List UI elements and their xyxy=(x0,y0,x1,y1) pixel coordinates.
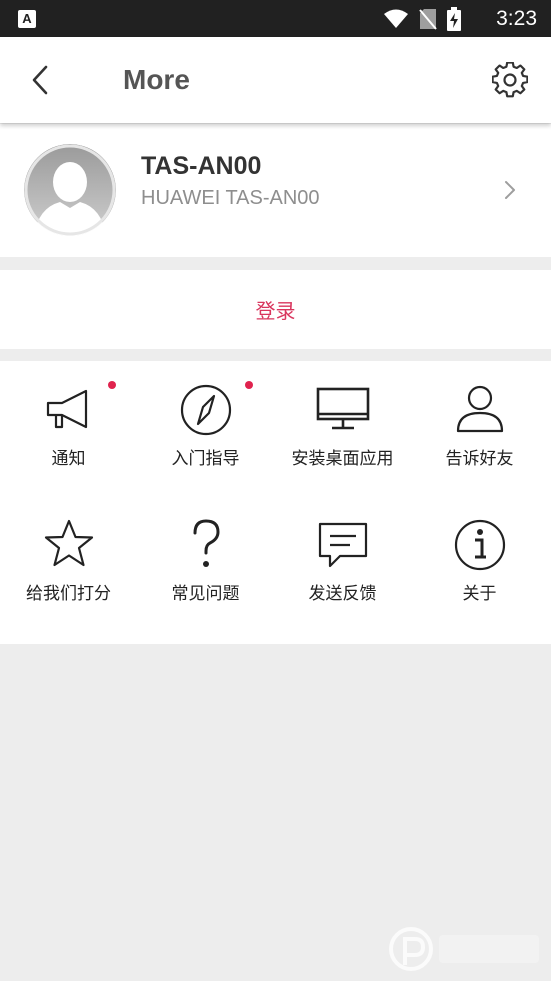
login-label: 登录 xyxy=(255,299,296,323)
notification-badge xyxy=(245,381,253,389)
watermark-logo xyxy=(389,927,539,971)
default-avatar-icon xyxy=(24,144,116,236)
gear-icon xyxy=(492,62,528,98)
grid-item-rate-us[interactable]: 给我们打分 xyxy=(0,496,137,628)
grid-item-label: 通知 xyxy=(51,449,86,469)
grid-item-feedback[interactable]: 发送反馈 xyxy=(274,496,411,628)
megaphone-icon xyxy=(46,389,88,429)
wifi-icon xyxy=(384,9,408,28)
back-arrow-icon xyxy=(32,65,48,95)
status-time: 3:23 xyxy=(496,7,537,30)
grid-item-label: 安装桌面应用 xyxy=(291,449,394,469)
grid-item-label: 常见问题 xyxy=(171,584,240,604)
login-button[interactable]: 登录 xyxy=(0,270,551,349)
no-sim-icon xyxy=(419,9,437,30)
grid-item-label: 告诉好友 xyxy=(445,449,514,469)
app-notification-icon: A xyxy=(18,10,36,28)
grid-item-label: 发送反馈 xyxy=(308,584,377,604)
profile-card[interactable]: TAS-AN00 HUAWEI TAS-AN00 xyxy=(0,124,551,257)
monitor-icon xyxy=(316,387,370,430)
status-bar: A 3:23 xyxy=(0,0,551,37)
chevron-right-icon xyxy=(505,181,515,199)
avatar xyxy=(24,144,116,236)
profile-model: HUAWEI TAS-AN00 xyxy=(141,187,320,209)
grid-item-tell-friends[interactable]: 告诉好友 xyxy=(411,361,548,493)
back-button[interactable] xyxy=(22,60,58,100)
feature-grid: 通知 入门指导 安装桌面应用 告诉好友 给我们打分 常见问题 发送反馈 关于 xyxy=(0,361,551,644)
compass-icon xyxy=(180,384,232,436)
grid-item-getting-started[interactable]: 入门指导 xyxy=(137,361,274,493)
settings-button[interactable] xyxy=(491,61,529,99)
grid-item-label: 入门指导 xyxy=(171,449,240,469)
page-title: More xyxy=(123,64,190,95)
notification-badge xyxy=(108,381,116,389)
grid-item-notifications[interactable]: 通知 xyxy=(0,361,137,493)
grid-item-install-desktop[interactable]: 安装桌面应用 xyxy=(274,361,411,493)
app-bar: More xyxy=(0,37,551,123)
battery-charging-icon xyxy=(447,7,461,31)
status-icons xyxy=(383,7,461,31)
grid-item-label: 给我们打分 xyxy=(26,584,111,604)
chat-icon xyxy=(318,522,368,568)
grid-item-faq[interactable]: 常见问题 xyxy=(137,496,274,628)
grid-item-about[interactable]: 关于 xyxy=(411,496,548,628)
question-icon xyxy=(193,519,220,567)
person-icon xyxy=(456,385,504,433)
profile-name: TAS-AN00 xyxy=(141,152,262,180)
grid-item-label: 关于 xyxy=(462,584,497,604)
info-icon xyxy=(454,519,506,571)
star-icon xyxy=(44,519,94,567)
